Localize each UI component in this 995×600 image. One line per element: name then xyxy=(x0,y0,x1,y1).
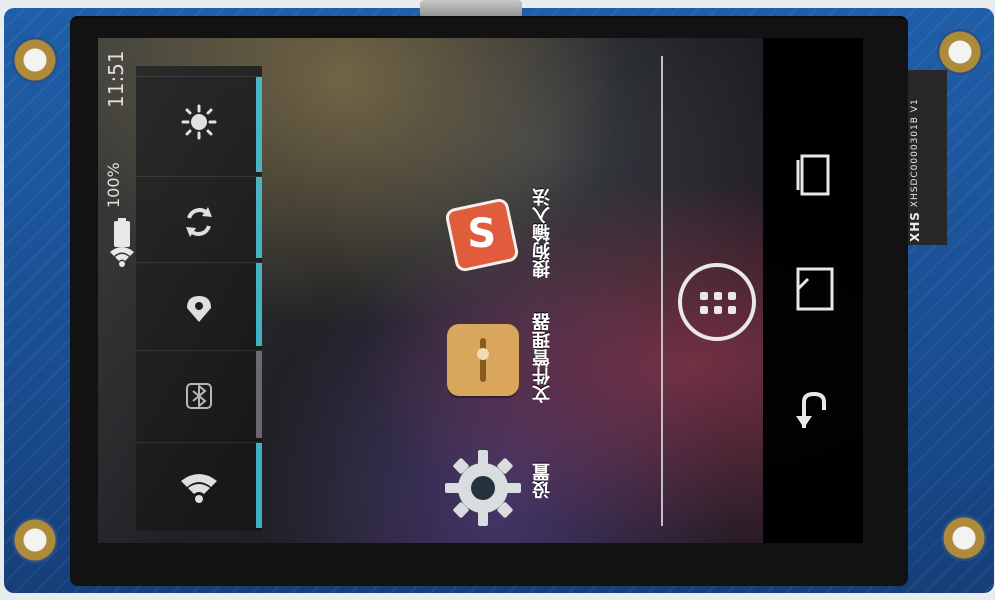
qs-tile-brightness[interactable] xyxy=(136,76,262,167)
mount-hole-bottom-right xyxy=(941,515,987,561)
app-drawer-button[interactable] xyxy=(678,263,756,341)
recent-apps-icon[interactable] xyxy=(796,150,836,200)
ribbon-label: XHS XHSDC0000301B V1 xyxy=(908,92,936,242)
status-bar: 11:51 100% xyxy=(104,50,136,267)
app-label-settings: 设置 xyxy=(532,463,553,499)
home-icon[interactable] xyxy=(792,263,838,317)
status-battery: 100% xyxy=(104,162,123,208)
mount-hole-top-right xyxy=(937,29,983,75)
file-manager-icon[interactable] xyxy=(447,324,519,396)
battery-icon xyxy=(114,218,130,247)
ribbon-label-line-3: V1 xyxy=(910,98,920,113)
quick-settings-panel xyxy=(136,66,262,531)
device-screen: 11:51 100% S 搜狗输入法 文件管理器 设置 xyxy=(98,38,863,543)
qs-tile-location[interactable] xyxy=(136,262,262,353)
ribbon-label-line-1: XHS xyxy=(908,211,922,242)
file-manager-clip xyxy=(480,338,486,382)
ribbon-label-line-2: XHSDC0000301B xyxy=(910,116,920,208)
qs-tile-wifi[interactable] xyxy=(136,442,262,533)
qs-tile-auto-rotate[interactable] xyxy=(136,176,262,267)
qs-tile-bluetooth[interactable] xyxy=(136,350,262,441)
bluetooth-icon xyxy=(186,383,212,409)
sogou-input-icon[interactable]: S xyxy=(444,197,520,273)
location-icon xyxy=(187,296,211,322)
brightness-icon xyxy=(181,104,217,140)
app-label-file-manager: 文件管理器 xyxy=(532,313,553,403)
back-icon[interactable] xyxy=(792,388,838,438)
wifi-icon xyxy=(181,474,217,503)
settings-gear-icon[interactable] xyxy=(443,448,523,528)
file-manager-dot xyxy=(477,348,489,360)
sogou-s-glyph: S xyxy=(467,211,497,258)
mount-hole-top-left xyxy=(12,37,58,83)
app-label-sogou: 搜狗输入法 xyxy=(532,188,553,278)
app-drawer-icon xyxy=(698,290,736,314)
mount-hole-bottom-left xyxy=(12,517,58,563)
auto-rotate-icon xyxy=(186,207,212,237)
dock-divider xyxy=(661,56,663,526)
